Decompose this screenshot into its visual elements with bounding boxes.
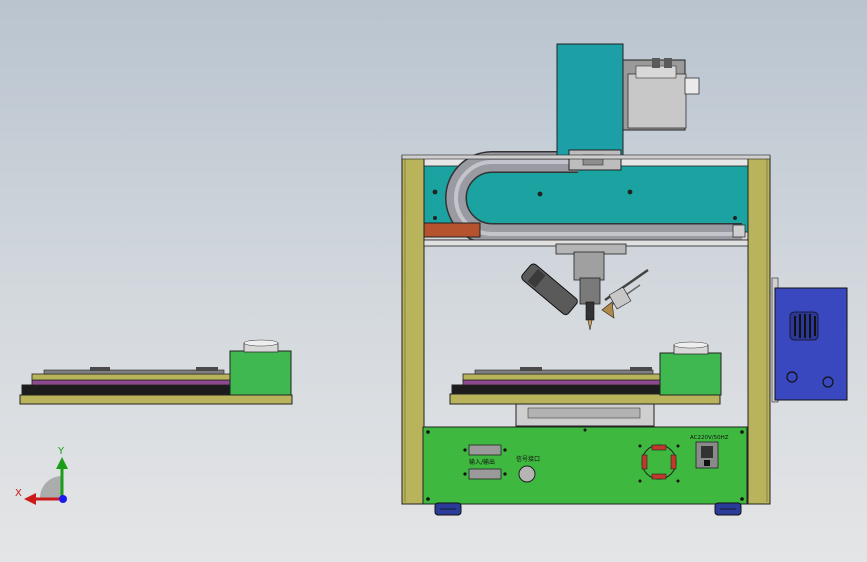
machine-feet bbox=[434, 502, 742, 516]
work-fixture bbox=[449, 341, 722, 427]
power-rating-label: AC220V/50HZ bbox=[690, 435, 729, 441]
signal-port-label: 信号接口 bbox=[516, 455, 540, 463]
side-view-fixture bbox=[19, 339, 293, 405]
z-axis-motor-housing bbox=[556, 43, 700, 171]
x-axis-label: X bbox=[15, 488, 22, 499]
y-axis-label: Y bbox=[57, 446, 65, 457]
control-box-enclosure bbox=[771, 277, 848, 403]
io-port-label: 输入/输出 bbox=[469, 458, 495, 466]
coordinate-triad[interactable]: Y X bbox=[15, 446, 68, 505]
cad-viewport[interactable]: 输入/输出 信号接口 AC220V/50HZ Y X bbox=[0, 0, 867, 562]
soldering-head bbox=[521, 243, 649, 331]
front-control-panel: 输入/输出 信号接口 AC220V/50HZ bbox=[422, 426, 748, 505]
